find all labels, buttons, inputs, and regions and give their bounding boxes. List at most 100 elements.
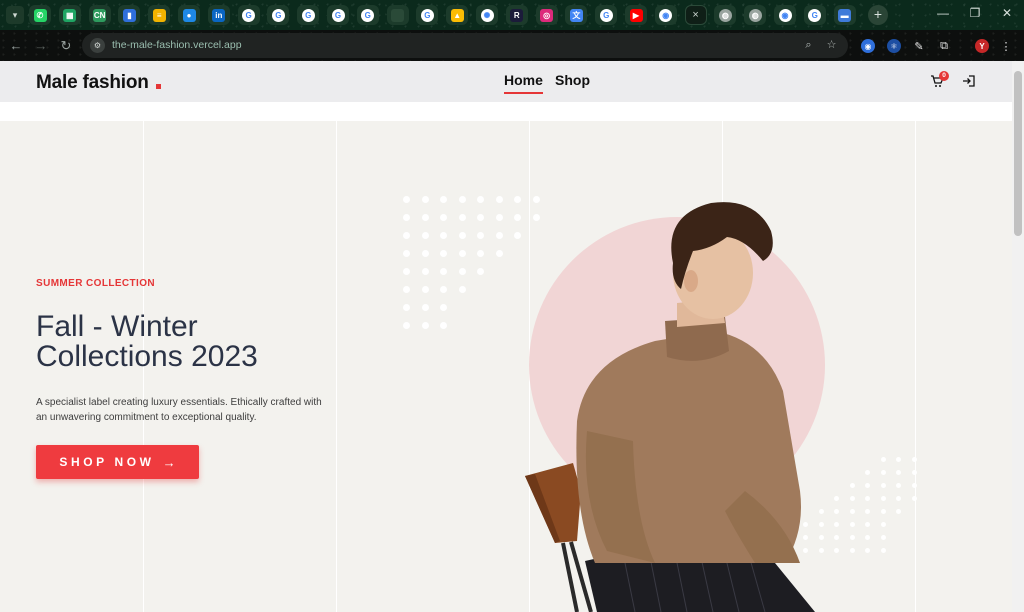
browser-tab[interactable]: × (684, 5, 707, 25)
close-window-button[interactable]: ✕ (998, 6, 1016, 20)
github-icon: ◉ (778, 8, 792, 22)
page-scrollbar[interactable] (1012, 61, 1024, 612)
browser-tab[interactable]: ✆ (29, 5, 51, 25)
google-icon: G (242, 8, 256, 22)
decorative-dot (403, 322, 410, 329)
reload-button[interactable]: ↻ (58, 38, 74, 54)
decorative-dot (421, 268, 429, 275)
address-bar[interactable]: ⚙ the-male-fashion.vercel.app ⌕ ☆ (82, 33, 848, 58)
browser-tab[interactable]: ◍ (744, 5, 767, 25)
decorative-dot (880, 496, 886, 501)
google-icon: G (301, 8, 315, 22)
browser-tab[interactable]: G (297, 5, 320, 25)
browser-tab[interactable]: G (267, 5, 290, 25)
browser-toolbar: ← → ↻ ⚙ the-male-fashion.vercel.app ⌕ ☆ … (0, 30, 1024, 61)
decorative-dot (896, 483, 901, 488)
youtube-icon: ▶ (629, 8, 643, 22)
shop-now-button[interactable]: SHOP NOW → (36, 445, 199, 479)
back-button[interactable]: ← (8, 38, 24, 54)
browser-tab[interactable]: ◍ (714, 5, 737, 25)
coding-ninjas-icon: CN (93, 8, 107, 22)
browser-tab[interactable]: G (356, 5, 379, 25)
decorative-dot (421, 232, 429, 239)
decorative-dot (421, 322, 429, 329)
decorative-dot (440, 322, 447, 329)
decorative-dot (440, 196, 447, 203)
browser-tab[interactable]: G (595, 5, 618, 25)
extension-icon[interactable]: ◉ (861, 39, 875, 53)
decorative-dot (421, 286, 429, 293)
browser-tab[interactable]: ◎ (535, 5, 558, 25)
decorative-dot (911, 496, 917, 501)
decorative-dot (440, 286, 447, 293)
hero-model-image (525, 202, 815, 612)
decorative-dot (477, 268, 484, 275)
decorative-dot (421, 250, 429, 257)
notes-icon: ≡ (152, 8, 166, 22)
browser-tab[interactable]: ▬ (833, 5, 856, 25)
decorative-dot (896, 496, 901, 501)
grid-line (336, 121, 337, 612)
url-text[interactable]: the-male-fashion.vercel.app (112, 39, 242, 51)
browser-tab[interactable]: G (237, 5, 260, 25)
blank-tab-icon (391, 8, 405, 22)
decorative-dot (403, 196, 410, 203)
browser-tab[interactable]: CN (88, 5, 111, 25)
nav-shop[interactable]: Shop (555, 72, 590, 88)
browser-tab[interactable]: ▲ (446, 5, 469, 25)
extensions-puzzle-icon[interactable]: ⧉ (937, 39, 951, 53)
login-icon[interactable] (962, 74, 976, 88)
browser-tab[interactable]: ▶ (625, 5, 647, 25)
hero-eyebrow: SUMMER COLLECTION (36, 278, 156, 289)
decorative-dot (458, 196, 466, 203)
decorative-dot (477, 196, 484, 203)
decorative-dot (440, 214, 447, 221)
browser-tab[interactable]: G (416, 5, 439, 25)
browser-tab[interactable]: ▮ (118, 5, 141, 25)
browser-tab[interactable]: R (505, 5, 528, 25)
tab-search-button[interactable]: ▾ (6, 6, 24, 24)
globe-icon: ◍ (748, 8, 762, 22)
decorative-dot (911, 470, 917, 475)
scrollbar-thumb[interactable] (1014, 71, 1022, 236)
google-icon: G (808, 8, 822, 22)
browser-tab[interactable]: ≡ (148, 5, 171, 25)
cart-count-badge: 0 (939, 71, 949, 81)
browser-tab[interactable]: G (327, 5, 349, 25)
decorative-dot (911, 457, 917, 462)
restore-button[interactable]: ❐ (966, 6, 984, 20)
app-icon: ● (182, 8, 196, 22)
decorative-dot (896, 470, 901, 475)
drive-icon: ▲ (450, 8, 464, 22)
browser-tab[interactable]: G (803, 5, 826, 25)
close-tab-icon[interactable]: × (692, 9, 698, 21)
minimize-button[interactable]: — (934, 6, 952, 20)
forward-button[interactable]: → (33, 38, 49, 54)
hero-headline: Fall - Winter Collections 2023 (36, 310, 258, 373)
nav-home[interactable]: Home (504, 72, 543, 94)
decorative-dot (421, 196, 429, 203)
browser-tab[interactable]: ◉ (654, 5, 677, 25)
decorative-dot (477, 232, 484, 239)
browser-tab[interactable]: ● (178, 5, 200, 25)
zoom-icon[interactable]: ⌕ (802, 39, 815, 52)
site-info-icon[interactable]: ⚙ (90, 38, 105, 53)
browser-tab[interactable]: in (207, 5, 230, 25)
browser-tab[interactable]: ▦ (58, 5, 81, 25)
decorative-dot (458, 286, 466, 293)
browser-tab[interactable]: 文 (565, 5, 588, 25)
decorative-dot (403, 286, 410, 293)
new-tab-button[interactable]: + (868, 5, 888, 25)
sheets-icon: ▦ (63, 8, 77, 22)
react-devtools-icon[interactable]: ⚛ (887, 39, 901, 53)
decorative-dot (495, 214, 503, 221)
browser-tab[interactable]: ✺ (476, 5, 498, 25)
browser-tab[interactable] (386, 5, 409, 25)
browser-menu-icon[interactable]: ⋮ (999, 39, 1013, 53)
profile-avatar[interactable]: Y (975, 39, 989, 53)
site-logo[interactable]: Male fashion (36, 72, 149, 94)
browser-tab[interactable]: ◉ (774, 5, 796, 25)
google-icon: G (420, 8, 434, 22)
bookmark-star-icon[interactable]: ☆ (825, 39, 838, 52)
color-picker-icon[interactable]: ✎ (912, 39, 926, 53)
